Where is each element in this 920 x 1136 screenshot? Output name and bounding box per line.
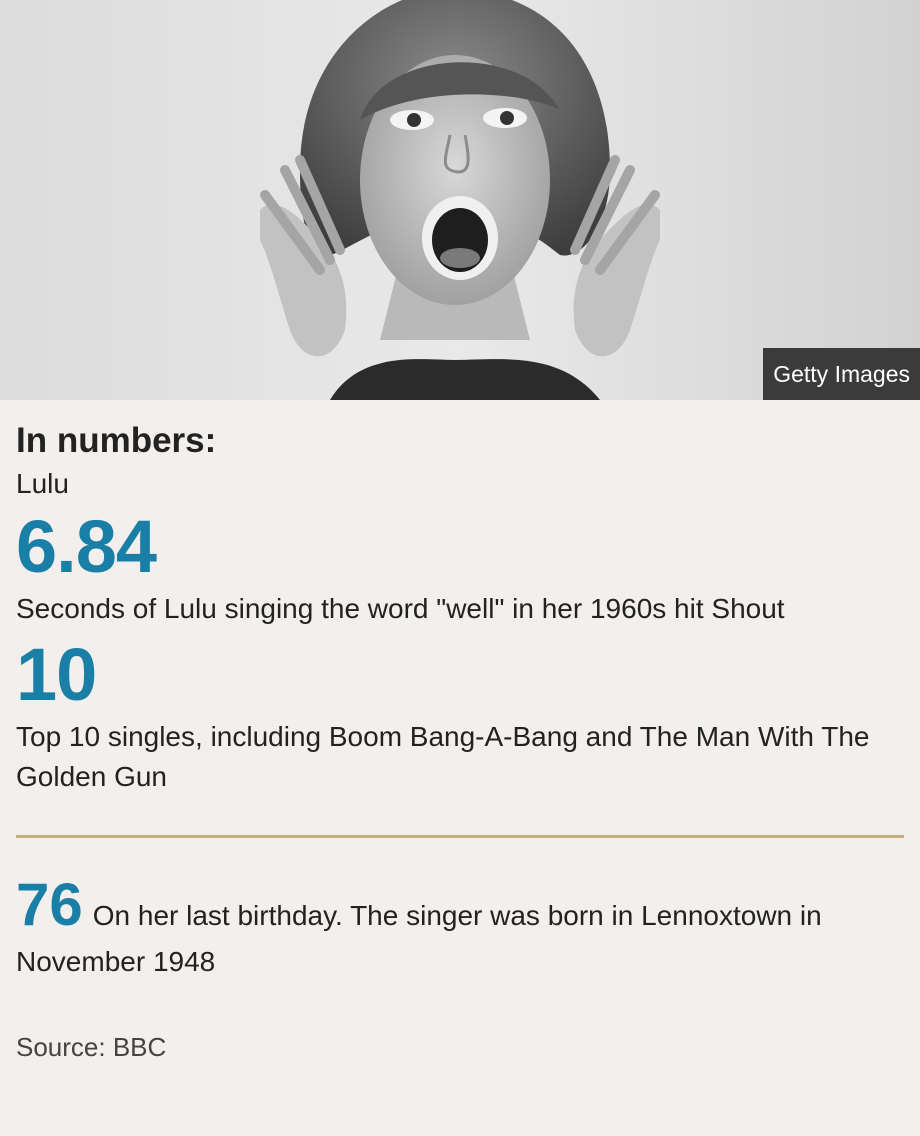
- stat-description: Top 10 singles, including Boom Bang-A-Ba…: [16, 721, 870, 792]
- inline-stat-value: 76: [16, 871, 83, 938]
- header-photo: Getty Images: [0, 0, 920, 400]
- infobox-heading: In numbers:: [16, 421, 217, 460]
- stat-item: 6.84 Seconds of Lulu singing the word "w…: [16, 507, 904, 629]
- stat-value: 6.84: [16, 505, 157, 588]
- source-note: Source: BBC: [16, 1032, 167, 1062]
- singer-photo-illustration: [0, 0, 920, 400]
- image-credit: Getty Images: [763, 348, 920, 400]
- divider: [16, 835, 904, 838]
- inline-stat: 76 On her last birthday. The singer was b…: [16, 875, 904, 985]
- stat-value: 10: [16, 633, 97, 716]
- inline-stat-description: On her last birthday. The singer was bor…: [16, 900, 822, 977]
- infobox-subheading: Lulu: [16, 468, 69, 499]
- stat-item: 10 Top 10 singles, including Boom Bang-A…: [16, 635, 904, 797]
- infobox-content: In numbers: Lulu 6.84 Seconds of Lulu si…: [0, 420, 920, 1063]
- stat-description: Seconds of Lulu singing the word "well" …: [16, 593, 785, 624]
